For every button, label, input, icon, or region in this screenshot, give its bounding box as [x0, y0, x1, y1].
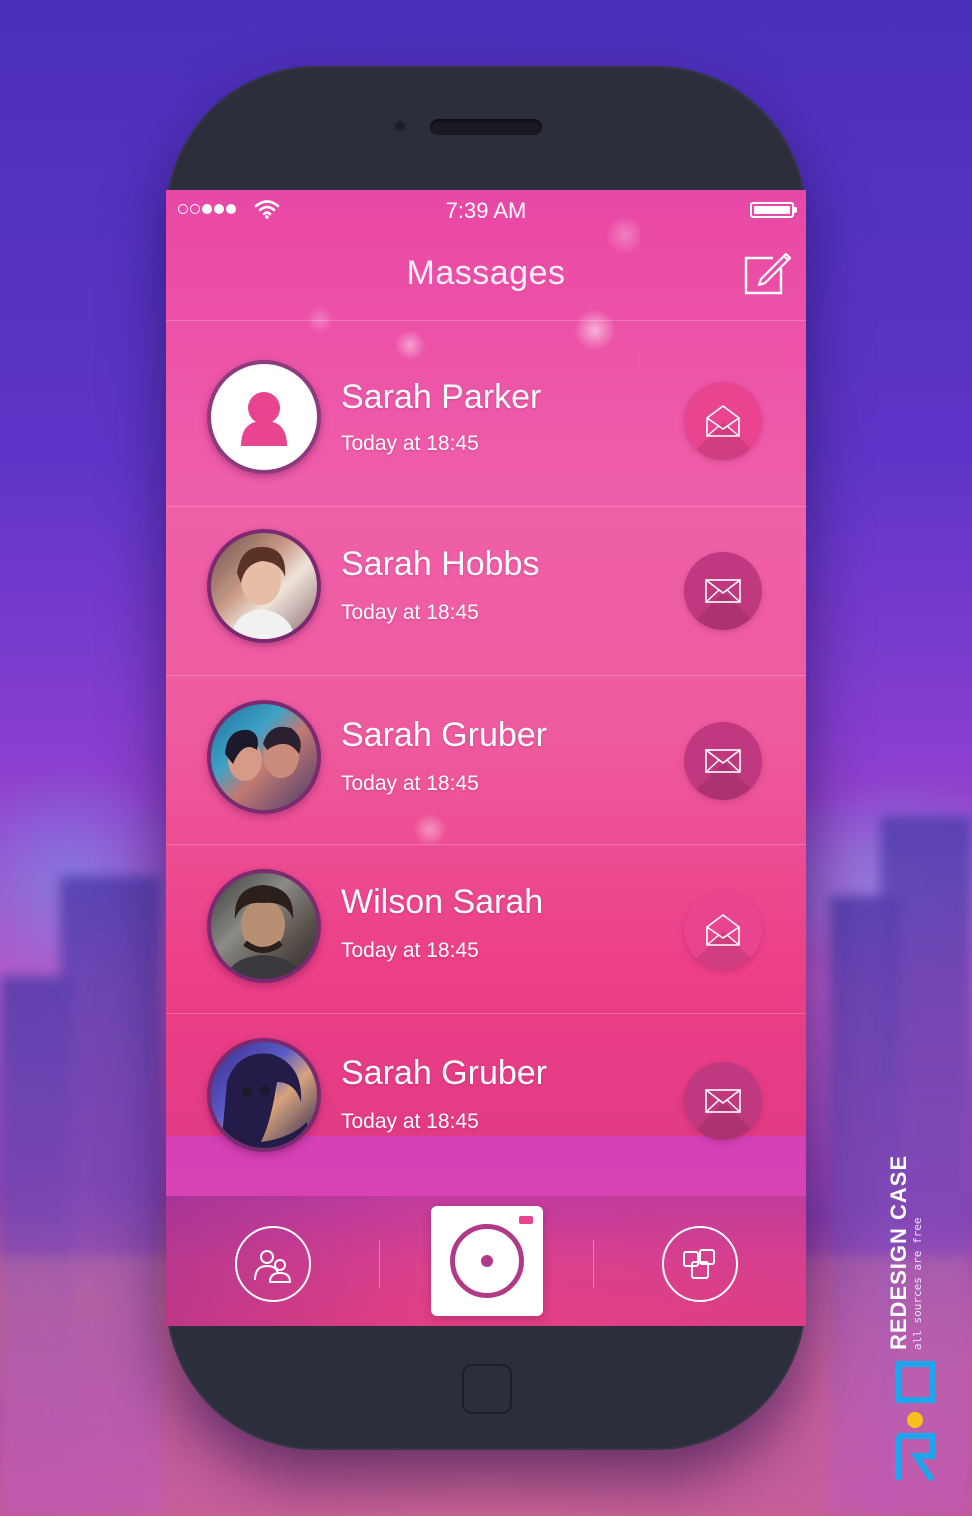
message-time: Today at 18:45: [341, 772, 479, 795]
watermark-title: REDESIGN CASE: [886, 1154, 911, 1350]
screen: 7:39 AM Massages Sarah Parker Today at 1…: [166, 190, 806, 1326]
front-camera: [392, 118, 408, 134]
list-item[interactable]: Sarah Parker Today at 18:45: [166, 320, 806, 507]
avatar-photo: [231, 546, 295, 639]
tab-contacts[interactable]: [235, 1226, 311, 1302]
avatar: [207, 700, 321, 814]
message-list: Sarah Parker Today at 18:45 Sarah Hobbs …: [166, 320, 806, 1203]
new-message-button[interactable]: [684, 1062, 762, 1140]
message-time: Today at 18:45: [341, 1110, 479, 1133]
avatar: [207, 529, 321, 643]
contact-name: Sarah Parker: [341, 378, 542, 416]
open-envelope-icon: [706, 914, 740, 946]
page-title: Massages: [406, 254, 566, 292]
envelope-icon: [705, 579, 741, 603]
contact-name: Sarah Gruber: [341, 716, 547, 754]
message-time: Today at 18:45: [341, 601, 479, 624]
contact-name: Sarah Hobbs: [341, 545, 540, 583]
divider: [379, 1240, 380, 1288]
divider: [593, 1240, 594, 1288]
avatar: [207, 869, 321, 983]
apps-icon: [683, 1249, 715, 1279]
watermark: REDESIGN CASE all sources are free: [886, 1155, 924, 1350]
navigation-bar: Massages: [166, 234, 806, 321]
avatar-photo: [221, 1053, 307, 1148]
message-time: Today at 18:45: [341, 939, 479, 962]
contact-name: Sarah Gruber: [341, 1054, 547, 1092]
tab-apps[interactable]: [662, 1226, 738, 1302]
status-bar: 7:39 AM: [166, 190, 806, 234]
earpiece-speaker: [430, 119, 542, 135]
list-item[interactable]: Sarah Gruber Today at 18:45: [166, 1014, 806, 1203]
avatar: [207, 1038, 321, 1152]
open-envelope-icon: [706, 405, 740, 437]
watermark-subtitle: all sources are free: [911, 1217, 924, 1350]
list-item[interactable]: Sarah Hobbs Today at 18:45: [166, 507, 806, 676]
list-item[interactable]: Wilson Sarah Today at 18:45: [166, 845, 806, 1014]
camera-button[interactable]: [431, 1206, 543, 1316]
default-user-icon: [241, 392, 287, 446]
avatar-photo: [225, 885, 303, 979]
home-button[interactable]: [462, 1364, 512, 1414]
compose-icon[interactable]: [743, 246, 793, 296]
contact-name: Wilson Sarah: [341, 883, 544, 921]
tab-bar: [166, 1196, 806, 1326]
avatar: [207, 360, 321, 474]
message-time: Today at 18:45: [341, 432, 479, 455]
new-message-button[interactable]: [684, 552, 762, 630]
envelope-icon: [705, 1089, 741, 1113]
status-time: 7:39 AM: [445, 198, 527, 223]
lens-dot: [481, 1255, 493, 1267]
envelope-icon: [705, 749, 741, 773]
battery-icon: [750, 202, 797, 218]
contacts-icon: [254, 1250, 292, 1283]
flash-indicator: [519, 1216, 533, 1224]
list-item[interactable]: Sarah Gruber Today at 18:45: [166, 676, 806, 845]
avatar-photo: [225, 726, 301, 781]
read-message-button[interactable]: [684, 891, 762, 969]
read-message-button[interactable]: [684, 382, 762, 460]
new-message-button[interactable]: [684, 722, 762, 800]
watermark-logo: [895, 1361, 935, 1482]
